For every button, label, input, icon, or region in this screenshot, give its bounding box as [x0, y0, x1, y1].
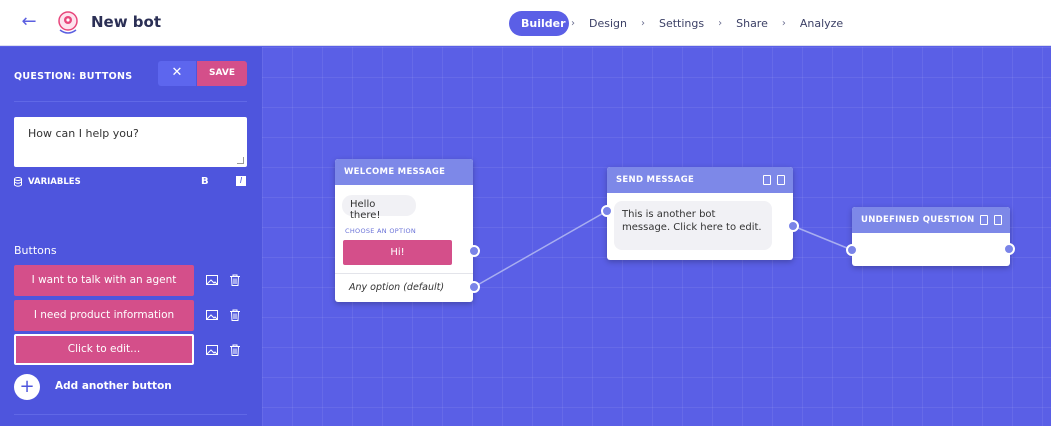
trash-icon[interactable] [229, 274, 241, 286]
trash-icon[interactable] [777, 175, 785, 185]
node-title: WELCOME MESSAGE [335, 159, 473, 185]
copy-icon[interactable] [980, 215, 988, 225]
default-option[interactable]: Any option (default) [349, 282, 444, 293]
tab-builder[interactable]: Builder [509, 11, 569, 36]
divider [335, 273, 473, 274]
option-button-2[interactable]: I need product information [14, 300, 194, 331]
tab-design[interactable]: Design [577, 11, 639, 36]
bold-button[interactable]: B [201, 176, 209, 187]
node-title-text: SEND MESSAGE [616, 175, 695, 185]
question-editor-panel: QUESTION: BUTTONS ✕ SAVE How can I help … [0, 47, 262, 426]
input-port[interactable] [846, 244, 858, 256]
option-hi-button[interactable]: Hi! [343, 240, 452, 265]
welcome-message-text[interactable]: Hello there! [342, 195, 416, 221]
bot-logo-icon [58, 11, 78, 34]
node-title: SEND MESSAGE [607, 167, 793, 193]
copy-icon[interactable] [763, 175, 771, 185]
panel-title: QUESTION: BUTTONS [14, 71, 133, 82]
builder-steps-nav: Builder › Design › Settings › Share › An… [509, 11, 855, 36]
chevron-right-icon: › [571, 18, 575, 29]
output-port[interactable] [468, 245, 480, 257]
option-button-3[interactable]: Click to edit... [14, 334, 194, 365]
back-arrow-icon[interactable]: ← [16, 11, 42, 35]
chevron-right-icon: › [640, 18, 645, 29]
add-button-icon[interactable]: + [14, 374, 40, 400]
save-button[interactable]: SAVE [197, 61, 247, 86]
resize-handle-icon[interactable] [237, 157, 244, 164]
input-port[interactable] [601, 205, 613, 217]
bot-name[interactable]: New bot [91, 13, 161, 31]
output-port[interactable] [1003, 243, 1015, 255]
image-icon[interactable] [206, 274, 218, 286]
option-button-1[interactable]: I want to talk with an agent [14, 265, 194, 296]
italic-button[interactable]: I [236, 176, 246, 186]
send-message-text[interactable]: This is another bot message. Click here … [614, 201, 772, 250]
tab-settings[interactable]: Settings [647, 11, 716, 36]
image-icon[interactable] [206, 344, 218, 356]
database-icon [14, 177, 22, 187]
variables-button[interactable]: VARIABLES [14, 177, 81, 187]
welcome-message-node[interactable]: WELCOME MESSAGE Hello there! CHOOSE AN O… [335, 159, 473, 302]
trash-icon[interactable] [994, 215, 1002, 225]
tab-share[interactable]: Share [724, 11, 780, 36]
send-message-node[interactable]: SEND MESSAGE This is another bot message… [607, 167, 793, 260]
node-actions [763, 175, 785, 185]
add-another-button[interactable]: Add another button [55, 380, 172, 392]
node-actions [980, 215, 1002, 225]
tab-analyze[interactable]: Analyze [788, 11, 855, 36]
close-button[interactable]: ✕ [158, 61, 196, 86]
buttons-heading: Buttons [14, 244, 57, 257]
divider [14, 414, 247, 415]
image-icon[interactable] [206, 309, 218, 321]
question-text-input[interactable]: How can I help you? [14, 117, 247, 167]
chevron-right-icon: › [718, 18, 723, 29]
undefined-question-node[interactable]: UNDEFINED QUESTION [852, 207, 1010, 266]
choose-option-label: CHOOSE AN OPTION [345, 227, 417, 235]
variables-label: VARIABLES [28, 177, 81, 187]
trash-icon[interactable] [229, 309, 241, 321]
trash-icon[interactable] [229, 344, 241, 356]
chevron-right-icon: › [781, 18, 786, 29]
node-title-text: UNDEFINED QUESTION [861, 215, 975, 225]
output-port[interactable] [468, 281, 480, 293]
close-icon: ✕ [171, 65, 183, 80]
divider [14, 101, 247, 102]
output-port[interactable] [787, 220, 799, 232]
question-text: How can I help you? [28, 127, 139, 140]
node-title: UNDEFINED QUESTION [852, 207, 1010, 233]
top-bar: ← New bot Builder › Design › Settings › … [0, 0, 1051, 46]
